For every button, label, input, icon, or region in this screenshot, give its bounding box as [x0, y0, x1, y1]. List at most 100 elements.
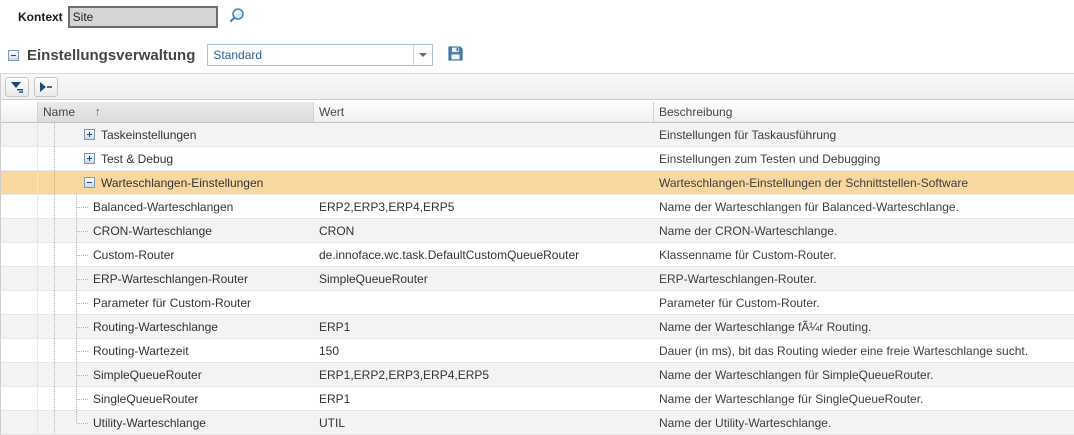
row-value-cell: SimpleQueueRouter — [314, 267, 654, 290]
row-value-cell — [314, 123, 654, 146]
setting-name: Balanced-Warteschlangen — [93, 200, 233, 214]
table-row[interactable]: Routing-Wartezeit 150 Dauer (in ms), bit… — [1, 339, 1074, 363]
header-wert-label: Wert — [319, 105, 344, 119]
table-row[interactable]: Taskeinstellungen Einstellungen für Task… — [1, 123, 1074, 147]
row-numberer-cell — [1, 147, 38, 170]
tree-connector — [77, 303, 88, 304]
tree-guide-line — [54, 147, 55, 170]
row-description-cell: Einstellungen für Taskausführung — [654, 123, 1074, 146]
row-name-cell: Custom-Router — [38, 243, 314, 266]
row-name-cell: ERP-Warteschlangen-Router — [38, 267, 314, 290]
save-button[interactable] — [445, 45, 465, 65]
row-value-cell: ERP1 — [314, 315, 654, 338]
tree-connector — [77, 375, 88, 376]
tree-connector — [77, 255, 88, 256]
row-name-cell: SingleQueueRouter — [38, 387, 314, 410]
setting-name: Custom-Router — [93, 248, 174, 262]
row-numberer-cell — [1, 291, 38, 314]
table-body: Taskeinstellungen Einstellungen für Task… — [1, 123, 1074, 435]
collapse-node-button[interactable] — [34, 77, 58, 97]
tree-guide-line — [54, 267, 55, 290]
table-row[interactable]: Parameter für Custom-Router Parameter fü… — [1, 291, 1074, 315]
setting-description: Dauer (in ms), bit das Routing wieder ei… — [659, 344, 1028, 358]
setting-name: Test & Debug — [101, 152, 173, 166]
tree-connector — [77, 399, 88, 400]
table-row[interactable]: SingleQueueRouter ERP1 Name der Wartesch… — [1, 387, 1074, 411]
row-description-cell: Einstellungen zum Testen und Debugging — [654, 147, 1074, 170]
setting-name: Routing-Wartezeit — [93, 344, 189, 358]
expand-toggle-icon[interactable] — [84, 129, 95, 140]
header-wert[interactable]: Wert — [314, 102, 654, 122]
grid-header: Name ↑ Wert Beschreibung — [1, 102, 1074, 123]
table-row[interactable]: Balanced-Warteschlangen ERP2,ERP3,ERP4,E… — [1, 195, 1074, 219]
row-numberer-cell — [1, 267, 38, 290]
tree-guide-line — [54, 171, 55, 194]
expand-toggle-icon[interactable] — [84, 153, 95, 164]
setting-name: Routing-Warteschlange — [93, 320, 218, 334]
row-numberer-cell — [1, 195, 38, 218]
tree-connector — [77, 207, 88, 208]
setting-description: Parameter für Custom-Router. — [659, 296, 820, 310]
setting-value: ERP2,ERP3,ERP4,ERP5 — [319, 200, 454, 214]
tree-guide-line — [54, 195, 55, 218]
setting-description: Name der Utility-Warteschlange. — [659, 416, 831, 430]
table-row[interactable]: SimpleQueueRouter ERP1,ERP2,ERP3,ERP4,ER… — [1, 363, 1074, 387]
row-value-cell: CRON — [314, 219, 654, 242]
row-description-cell: Name der Warteschlange fÃ¼r Routing. — [654, 315, 1074, 338]
row-description-cell: Name der Warteschlangen für SimpleQueueR… — [654, 363, 1074, 386]
kontext-label: Kontext — [18, 10, 63, 24]
sort-ascending-icon: ↑ — [95, 107, 101, 118]
row-description-cell: Parameter für Custom-Router. — [654, 291, 1074, 314]
setting-name: Taskeinstellungen — [101, 128, 196, 142]
row-value-cell: ERP1 — [314, 387, 654, 410]
section-title: Einstellungsverwaltung — [27, 47, 195, 64]
section-header: Einstellungsverwaltung Standard — [8, 42, 1074, 68]
setting-description: Name der CRON-Warteschlange. — [659, 224, 837, 238]
table-row[interactable]: Warteschlangen-Einstellungen Warteschlan… — [1, 171, 1074, 195]
setting-name: SingleQueueRouter — [93, 392, 198, 406]
header-name-label: Name — [43, 105, 75, 119]
table-row[interactable]: Routing-Warteschlange ERP1 Name der Wart… — [1, 315, 1074, 339]
table-row[interactable]: ERP-Warteschlangen-Router SimpleQueueRou… — [1, 267, 1074, 291]
row-name-cell: Routing-Warteschlange — [38, 315, 314, 338]
kontext-input[interactable] — [68, 6, 218, 28]
section-collapse-icon[interactable] — [8, 50, 19, 61]
setting-value: ERP1 — [319, 392, 350, 406]
row-name-cell: Taskeinstellungen — [38, 123, 314, 146]
header-name[interactable]: Name ↑ — [38, 102, 314, 122]
preset-dropdown[interactable]: Standard — [207, 44, 433, 66]
preset-dropdown-value: Standard — [208, 48, 413, 62]
setting-description: Warteschlangen-Einstellungen der Schnitt… — [659, 176, 968, 190]
setting-name: Warteschlangen-Einstellungen — [101, 176, 263, 190]
setting-name: Parameter für Custom-Router — [93, 296, 251, 310]
chevron-down-icon — [419, 53, 427, 57]
header-numberer — [1, 102, 38, 122]
search-button[interactable] — [226, 6, 248, 28]
row-value-cell: 150 — [314, 339, 654, 362]
collapse-all-button[interactable] — [5, 77, 29, 97]
tree-connector — [77, 423, 88, 424]
setting-name: SimpleQueueRouter — [93, 368, 202, 382]
settings-panel: Name ↑ Wert Beschreibung Taskeinstellung… — [0, 73, 1074, 435]
table-row[interactable]: Test & Debug Einstellungen zum Testen un… — [1, 147, 1074, 171]
floppy-disk-icon — [447, 45, 464, 62]
tree-guide-line — [54, 339, 55, 362]
row-value-cell — [314, 291, 654, 314]
tree-connector — [77, 231, 88, 232]
setting-value: ERP1 — [319, 320, 350, 334]
row-name-cell: Warteschlangen-Einstellungen — [38, 171, 314, 194]
row-description-cell: ERP-Warteschlangen-Router. — [654, 267, 1074, 290]
dropdown-trigger[interactable] — [413, 45, 432, 65]
table-row[interactable]: CRON-Warteschlange CRON Name der CRON-Wa… — [1, 219, 1074, 243]
row-name-cell: Parameter für Custom-Router — [38, 291, 314, 314]
kontext-row: Kontext — [0, 0, 1074, 29]
setting-name: CRON-Warteschlange — [93, 224, 212, 238]
row-value-cell: de.innoface.wc.task.DefaultCustomQueueRo… — [314, 243, 654, 266]
header-beschreibung[interactable]: Beschreibung — [654, 102, 1074, 122]
expand-toggle-icon[interactable] — [84, 177, 95, 188]
tree-guide-line — [54, 243, 55, 266]
table-row[interactable]: Custom-Router de.innoface.wc.task.Defaul… — [1, 243, 1074, 267]
setting-description: Name der Warteschlange fÃ¼r Routing. — [659, 320, 871, 334]
row-value-cell: ERP2,ERP3,ERP4,ERP5 — [314, 195, 654, 218]
table-row[interactable]: Utility-Warteschlange UTIL Name der Util… — [1, 411, 1074, 435]
